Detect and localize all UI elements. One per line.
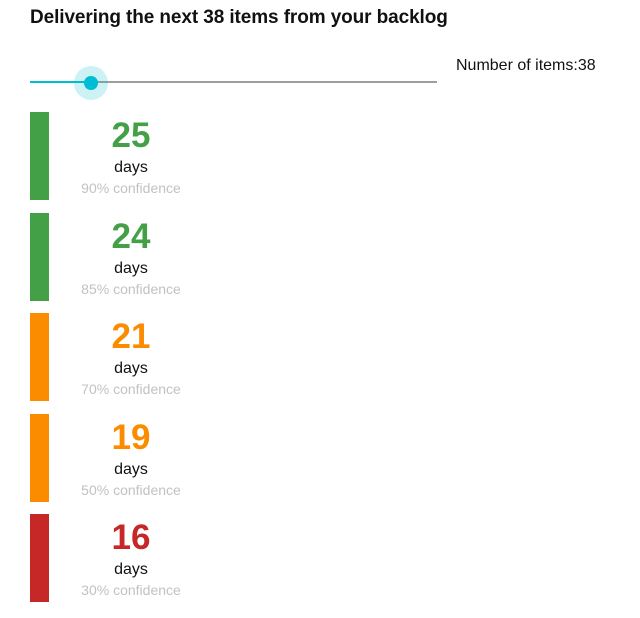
forecast-days-value: 16 — [111, 518, 151, 557]
forecast-days-value: 24 — [111, 216, 151, 256]
forecast-days-value: 25 — [111, 116, 151, 155]
forecast-confidence: 85% confidence — [81, 280, 181, 297]
confidence-color-bar — [30, 212, 49, 301]
items-count-label: Number of items:38 — [456, 57, 596, 74]
forecast-item: 21 days 70% confidence — [30, 313, 330, 401]
forecast-text: 16 days 30% confidence — [70, 514, 192, 600]
confidence-color-bar — [30, 112, 49, 200]
forecast-text: 25 days 90% confidence — [70, 112, 192, 198]
forecast-days-value: 21 — [111, 317, 151, 356]
items-slider[interactable] — [30, 66, 437, 100]
forecast-text: 21 days 70% confidence — [70, 313, 192, 399]
forecast-days-unit: days — [114, 360, 148, 377]
forecast-item: 25 days 90% confidence — [30, 112, 330, 200]
slider-thumb[interactable] — [73, 66, 108, 100]
forecast-item: 24 days 85% confidence — [30, 212, 330, 301]
page-title: Delivering the next 38 items from your b… — [30, 7, 448, 28]
forecast-confidence: 30% confidence — [81, 582, 181, 598]
forecast-confidence: 50% confidence — [81, 481, 181, 498]
forecast-days-unit: days — [114, 159, 148, 176]
forecast-item: 16 days 30% confidence — [30, 514, 330, 602]
forecast-text: 19 days 50% confidence — [70, 414, 192, 500]
forecast-list: 25 days 90% confidence 24 days 85% confi… — [30, 112, 330, 615]
forecast-confidence: 70% confidence — [81, 381, 181, 397]
confidence-color-bar — [30, 413, 49, 502]
confidence-color-bar — [30, 313, 49, 401]
forecast-days-value: 19 — [111, 417, 151, 457]
forecast-days-unit: days — [114, 460, 148, 478]
forecast-days-unit: days — [114, 259, 148, 277]
forecast-text: 24 days 85% confidence — [70, 213, 192, 299]
forecast-confidence: 90% confidence — [81, 180, 181, 196]
confidence-color-bar — [30, 514, 49, 602]
forecast-days-unit: days — [114, 561, 148, 578]
forecast-item: 19 days 50% confidence — [30, 413, 330, 502]
